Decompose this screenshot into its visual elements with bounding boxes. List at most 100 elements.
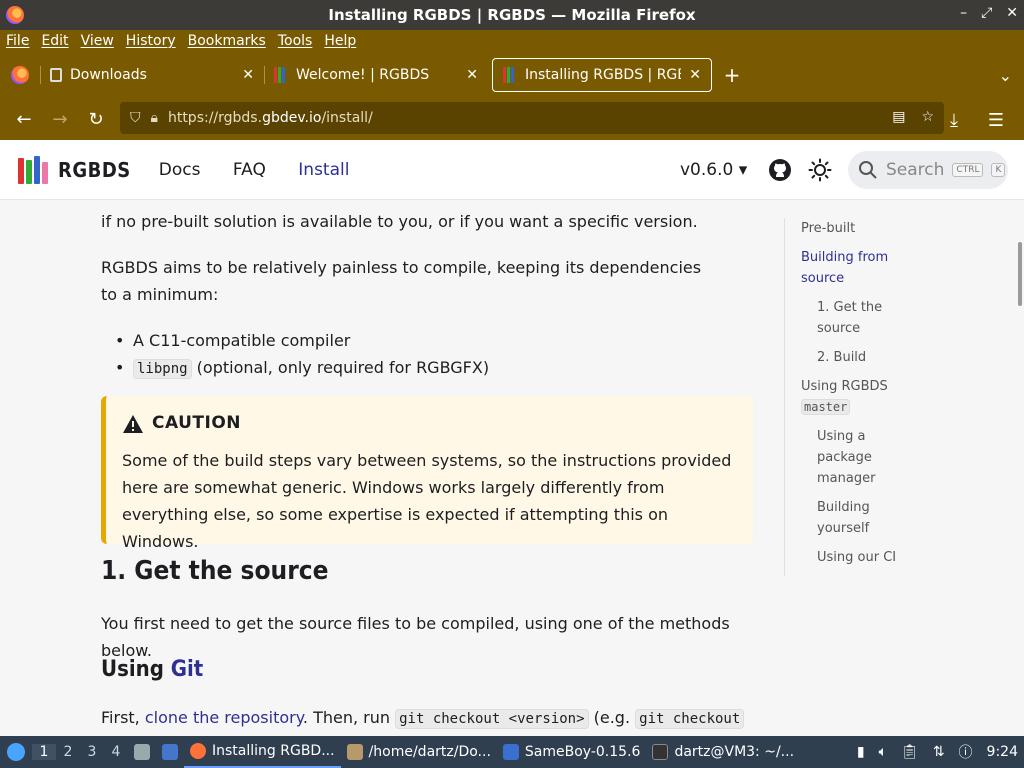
reload-icon: ↻ xyxy=(88,108,104,130)
kbd-ctrl: CTRL xyxy=(952,163,984,177)
folder-task-icon xyxy=(346,744,363,760)
close-window-button[interactable]: ✕ xyxy=(1006,5,1018,21)
dependency-list: A C11-compatible compiler libpng (option… xyxy=(101,327,489,383)
paragraph-clone: First, clone the repository. Then, run g… xyxy=(101,704,745,733)
toc-building-yourself[interactable]: Building yourself xyxy=(801,497,904,539)
menu-tools[interactable]: Tools xyxy=(278,33,313,49)
app-menu-button[interactable]: ☰ xyxy=(978,102,1014,138)
window-titlebar: Installing RGBDS | RGBDS — Mozilla Firef… xyxy=(0,0,1024,30)
menu-history[interactable]: History xyxy=(126,33,176,49)
url-bar[interactable]: ⛉ 🔒︎ https://rgbds.gbdev.io/install/ ▤ ☆ xyxy=(120,102,944,134)
rgbds-favicon-icon xyxy=(274,67,288,83)
firefox-task-icon xyxy=(190,743,206,759)
list-item: libpng (optional, only required for RGBG… xyxy=(101,354,489,383)
reload-button[interactable]: ↻ xyxy=(78,101,114,137)
site-nav: Docs FAQ Install xyxy=(131,160,350,180)
task-file-manager[interactable]: /home/dartz/Do... xyxy=(341,736,497,768)
github-icon[interactable] xyxy=(768,158,792,182)
workspace-4[interactable]: 4 xyxy=(104,744,128,760)
toc-building-from-source[interactable]: Building from source xyxy=(801,247,904,289)
search-icon xyxy=(859,161,877,179)
downloads-button[interactable]: ⤓ xyxy=(936,102,972,138)
task-terminal[interactable]: dartz@VM3: ~/... xyxy=(646,736,800,768)
toc-package-manager[interactable]: Using a package manager xyxy=(801,426,904,489)
version-dropdown[interactable]: v0.6.0 ▾ xyxy=(680,160,747,180)
workspace-2[interactable]: 2 xyxy=(56,744,80,760)
tab-close-button[interactable]: ✕ xyxy=(242,67,254,83)
rgbds-favicon-icon xyxy=(503,67,517,83)
site-name: RGBDS xyxy=(58,157,131,182)
reader-view-icon[interactable]: ▤ xyxy=(892,109,905,125)
menu-edit[interactable]: Edit xyxy=(41,33,68,49)
tab-bar: Downloads ✕ Welcome! | RGBDS ✕ Installin… xyxy=(0,52,1024,98)
firefox-logo-icon xyxy=(6,6,24,24)
forward-arrow-icon: → xyxy=(52,108,68,130)
new-tab-button[interactable]: + xyxy=(712,63,752,87)
code-git-checkout-example: git checkout xyxy=(635,709,745,729)
tab-label: Downloads xyxy=(70,67,147,83)
tab-installing[interactable]: Installing RGBDS | RGBDS ✕ xyxy=(492,58,712,92)
tab-label: Installing RGBDS | RGBDS xyxy=(525,67,681,83)
menubar: File Edit View History Bookmarks Tools H… xyxy=(0,30,1024,52)
list-all-tabs-chevron-icon[interactable]: ⌄ xyxy=(999,66,1012,85)
caution-admonition: CAUTION Some of the build steps vary bet… xyxy=(101,396,753,551)
notification-icon[interactable]: ⓘ xyxy=(959,742,973,762)
nav-docs[interactable]: Docs xyxy=(159,160,201,180)
desktop-launcher[interactable] xyxy=(156,736,184,768)
nav-install[interactable]: Install xyxy=(298,160,349,180)
shield-icon: ⛉ xyxy=(130,110,141,126)
code-libpng: libpng xyxy=(133,359,192,379)
nav-faq[interactable]: FAQ xyxy=(233,160,266,180)
theme-toggle-sun-icon[interactable] xyxy=(808,158,832,182)
paragraph-intro: if no pre-built solution is available to… xyxy=(101,212,698,231)
workspace-3[interactable]: 3 xyxy=(80,744,104,760)
toc-build[interactable]: 2. Build xyxy=(801,347,904,368)
terminal-task-icon xyxy=(652,744,669,760)
system-tray: ▮ 🔈︎ 📋︎ ⇅ ⓘ 9:24 xyxy=(857,736,1024,768)
warning-icon xyxy=(123,414,143,433)
paragraph-dependencies: RGBDS aims to be relatively painless to … xyxy=(101,258,702,304)
start-menu-button[interactable] xyxy=(0,736,32,768)
task-firefox[interactable]: Installing RGBD... xyxy=(184,736,341,768)
minimize-button[interactable]: – xyxy=(960,5,967,21)
clock[interactable]: 9:24 xyxy=(987,744,1018,760)
network-icon[interactable]: ⇅ xyxy=(933,744,945,760)
toc-get-the-source[interactable]: 1. Get the source xyxy=(801,297,904,339)
tab-close-button[interactable]: ✕ xyxy=(689,67,701,83)
menu-help[interactable]: Help xyxy=(324,33,356,49)
back-button[interactable]: ← xyxy=(6,101,42,137)
tab-welcome[interactable]: Welcome! | RGBDS ✕ xyxy=(264,58,488,92)
site-logo[interactable]: RGBDS xyxy=(18,155,131,184)
back-arrow-icon: ← xyxy=(16,108,32,130)
toc-prebuilt[interactable]: Pre-built xyxy=(801,218,904,239)
firefox-view-button[interactable] xyxy=(0,52,40,98)
file-manager-launcher[interactable] xyxy=(128,736,156,768)
heading-using-git: Using Git xyxy=(101,657,204,682)
menu-bookmarks[interactable]: Bookmarks xyxy=(188,33,266,49)
maximize-button[interactable]: ⤢ xyxy=(981,5,992,21)
tab-label: Welcome! | RGBDS xyxy=(296,67,430,83)
menu-file[interactable]: File xyxy=(6,33,29,49)
workspace-1[interactable]: 1 xyxy=(32,744,56,760)
tab-downloads[interactable]: Downloads ✕ xyxy=(40,58,264,92)
search-button[interactable]: Search CTRL K xyxy=(848,151,1008,189)
page-scrollbar[interactable] xyxy=(1018,242,1022,306)
toc-using-rgbds-master[interactable]: Using RGBDS master xyxy=(801,376,904,418)
heading-get-the-source: 1. Get the source xyxy=(101,556,329,586)
git-link[interactable]: Git xyxy=(171,657,203,682)
volume-icon[interactable]: 🔈︎ xyxy=(879,744,887,760)
bookmark-star-icon[interactable]: ☆ xyxy=(921,109,934,125)
toc-using-our-ci[interactable]: Using our CI xyxy=(801,547,904,568)
taskbar: 1 2 3 4 Installing RGBD... /home/dartz/D… xyxy=(0,736,1024,768)
menu-view[interactable]: View xyxy=(81,33,114,49)
tab-close-button[interactable]: ✕ xyxy=(466,67,478,83)
download-icon: ⤓ xyxy=(950,109,958,131)
task-sameboy[interactable]: SameBoy-0.15.6 xyxy=(497,736,647,768)
clone-repository-link[interactable]: clone the repository xyxy=(145,708,303,727)
forward-button[interactable]: → xyxy=(42,101,78,137)
clipboard-icon[interactable]: 📋︎ xyxy=(901,744,919,760)
url-text: https://rgbds.gbdev.io/install/ xyxy=(167,110,373,126)
downloads-favicon-icon xyxy=(50,68,62,82)
battery-icon[interactable]: ▮ xyxy=(857,744,865,760)
caret-down-icon: ▾ xyxy=(738,160,748,180)
